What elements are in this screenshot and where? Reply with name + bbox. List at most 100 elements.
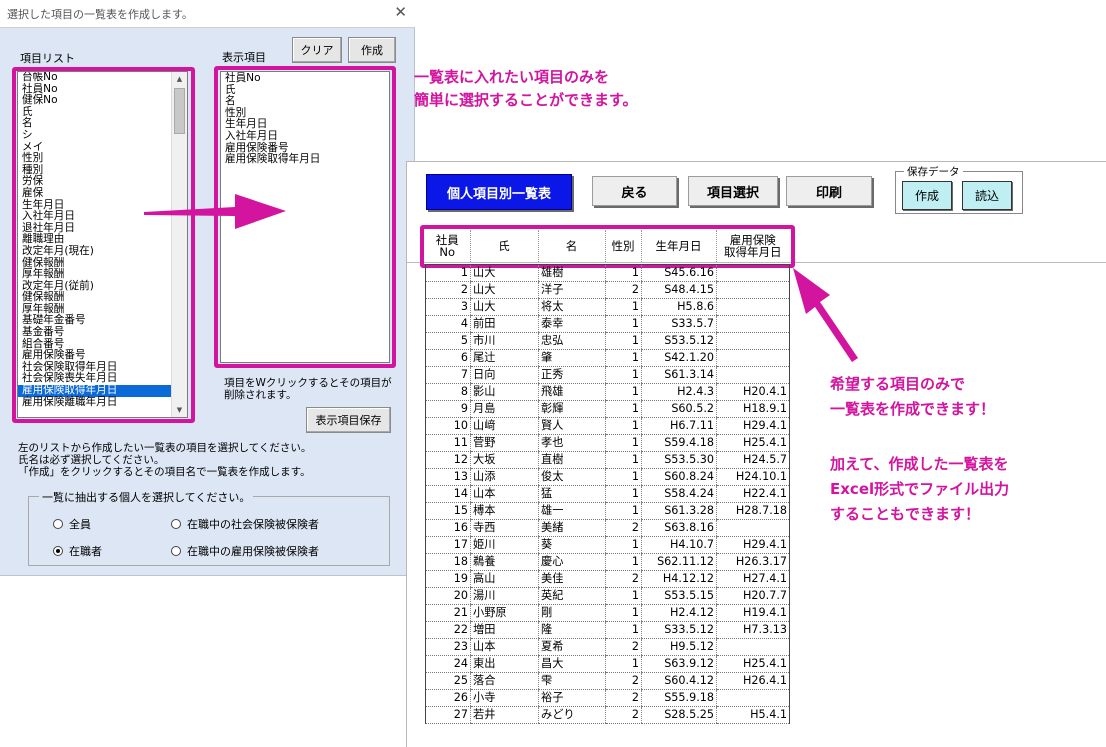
list-title-button[interactable]: 個人項目別一覧表	[426, 174, 572, 210]
cell-last-name[interactable]: 山添	[470, 468, 539, 486]
cell-birth-date[interactable]: S60.8.24	[641, 468, 717, 486]
cell-last-name[interactable]: 山﨑	[470, 417, 539, 435]
cell-employee-no[interactable]: 25	[425, 672, 471, 690]
display-item-entry[interactable]: 入社年月日	[221, 130, 389, 143]
cell-gender[interactable]: 1	[605, 434, 642, 452]
cell-last-name[interactable]: 日向	[470, 366, 539, 384]
item-list-entry[interactable]: 雇用保険離職年月日	[18, 396, 187, 409]
cell-ei-acquired[interactable]: H26.4.1	[716, 672, 790, 690]
cell-gender[interactable]: 1	[605, 468, 642, 486]
cell-ei-acquired[interactable]: H20.4.1	[716, 383, 790, 401]
radio-employed[interactable]: 在職者	[53, 543, 102, 559]
cell-birth-date[interactable]: S33.5.7	[641, 315, 717, 333]
cell-ei-acquired[interactable]: H5.4.1	[716, 706, 790, 724]
display-item-entry[interactable]: 雇用保険取得年月日	[221, 154, 389, 166]
cell-last-name[interactable]: 山大	[470, 281, 539, 299]
cell-gender[interactable]: 2	[605, 638, 642, 656]
cell-employee-no[interactable]: 2	[425, 281, 471, 299]
cell-employee-no[interactable]: 22	[425, 621, 471, 639]
item-list-entry[interactable]: 健保No	[18, 95, 187, 107]
cell-ei-acquired[interactable]	[716, 264, 790, 282]
cell-ei-acquired[interactable]: H29.4.1	[716, 536, 790, 554]
cell-last-name[interactable]: 小寺	[470, 689, 539, 707]
cell-first-name[interactable]: 直樹	[538, 451, 606, 469]
item-list-entry[interactable]: 氏	[18, 106, 187, 119]
cell-birth-date[interactable]: S62.11.12	[641, 553, 717, 571]
cell-birth-date[interactable]: S53.5.12	[641, 332, 717, 350]
cell-first-name[interactable]: 剛	[538, 604, 606, 622]
cell-first-name[interactable]: 雫	[538, 672, 606, 690]
cell-last-name[interactable]: 山大	[470, 264, 539, 282]
cell-first-name[interactable]: 美緒	[538, 519, 606, 537]
cell-birth-date[interactable]: S59.4.18	[641, 434, 717, 452]
item-list-entry[interactable]: 基金番号	[18, 326, 187, 339]
cell-ei-acquired[interactable]	[716, 638, 790, 656]
cell-employee-no[interactable]: 7	[425, 366, 471, 384]
cell-employee-no[interactable]: 14	[425, 485, 471, 503]
cell-first-name[interactable]: 慶心	[538, 553, 606, 571]
cell-ei-acquired[interactable]: H24.5.7	[716, 451, 790, 469]
cell-gender[interactable]: 1	[605, 349, 642, 367]
display-item-entry[interactable]: 名	[221, 96, 389, 108]
cell-first-name[interactable]: 雄樹	[538, 264, 606, 282]
cell-first-name[interactable]: 葵	[538, 536, 606, 554]
cell-birth-date[interactable]: H2.4.3	[641, 383, 717, 401]
cell-birth-date[interactable]: S42.1.20	[641, 349, 717, 367]
display-item-entry[interactable]: 氏	[221, 84, 389, 97]
cell-ei-acquired[interactable]: H18.9.1	[716, 400, 790, 418]
cell-last-name[interactable]: 高山	[470, 570, 539, 588]
cell-gender[interactable]: 1	[605, 553, 642, 571]
cell-ei-acquired[interactable]: H26.3.17	[716, 553, 790, 571]
close-icon[interactable]: ✕	[394, 3, 407, 21]
cell-birth-date[interactable]: S33.5.12	[641, 621, 717, 639]
cell-last-name[interactable]: 月島	[470, 400, 539, 418]
print-button[interactable]: 印刷	[786, 176, 872, 206]
cell-last-name[interactable]: 山本	[470, 485, 539, 503]
cell-gender[interactable]: 1	[605, 451, 642, 469]
cell-first-name[interactable]: 英紀	[538, 587, 606, 605]
cell-birth-date[interactable]: H2.4.12	[641, 604, 717, 622]
cell-gender[interactable]: 1	[605, 298, 642, 316]
cell-last-name[interactable]: 寺西	[470, 519, 539, 537]
item-list-entry[interactable]: シ	[18, 129, 187, 142]
cell-employee-no[interactable]: 1	[425, 264, 471, 282]
cell-employee-no[interactable]: 6	[425, 349, 471, 367]
cell-birth-date[interactable]: S55.9.18	[641, 689, 717, 707]
cell-gender[interactable]: 1	[605, 485, 642, 503]
cell-last-name[interactable]: 尾辻	[470, 349, 539, 367]
cell-ei-acquired[interactable]: H29.4.1	[716, 417, 790, 435]
save-display-items-button[interactable]: 表示項目保存	[306, 407, 391, 433]
cell-ei-acquired[interactable]: H27.4.1	[716, 570, 790, 588]
cell-last-name[interactable]: 小野原	[470, 604, 539, 622]
back-button[interactable]: 戻る	[592, 176, 677, 206]
cell-last-name[interactable]: 榑本	[470, 502, 539, 520]
cell-gender[interactable]: 1	[605, 315, 642, 333]
cell-employee-no[interactable]: 16	[425, 519, 471, 537]
cell-ei-acquired[interactable]: H19.4.1	[716, 604, 790, 622]
cell-gender[interactable]: 2	[605, 706, 642, 724]
cell-last-name[interactable]: 増田	[470, 621, 539, 639]
cell-first-name[interactable]: 猛	[538, 485, 606, 503]
cell-gender[interactable]: 2	[605, 689, 642, 707]
cell-gender[interactable]: 1	[605, 604, 642, 622]
cell-ei-acquired[interactable]: H25.4.1	[716, 655, 790, 673]
scroll-up-icon[interactable]: ▲	[172, 72, 187, 86]
cell-gender[interactable]: 1	[605, 383, 642, 401]
cell-gender[interactable]: 1	[605, 587, 642, 605]
cell-last-name[interactable]: 市川	[470, 332, 539, 350]
cell-birth-date[interactable]: S28.5.25	[641, 706, 717, 724]
item-listbox[interactable]: 台帳No 社員No 健保No 氏名シメイ 性別 種別 労保 雇保 生年月日 入社年月日 退社年月日離…	[17, 71, 188, 418]
cell-ei-acquired[interactable]	[716, 349, 790, 367]
cell-employee-no[interactable]: 13	[425, 468, 471, 486]
cell-ei-acquired[interactable]	[716, 332, 790, 350]
radio-all[interactable]: 全員	[53, 516, 91, 532]
cell-birth-date[interactable]: S48.4.15	[641, 281, 717, 299]
cell-employee-no[interactable]: 5	[425, 332, 471, 350]
cell-last-name[interactable]: 湯川	[470, 587, 539, 605]
cell-ei-acquired[interactable]: H28.7.18	[716, 502, 790, 520]
cell-employee-no[interactable]: 19	[425, 570, 471, 588]
cell-employee-no[interactable]: 26	[425, 689, 471, 707]
cell-last-name[interactable]: 山本	[470, 638, 539, 656]
cell-gender[interactable]: 2	[605, 281, 642, 299]
save-data-create-button[interactable]: 作成	[902, 181, 952, 210]
